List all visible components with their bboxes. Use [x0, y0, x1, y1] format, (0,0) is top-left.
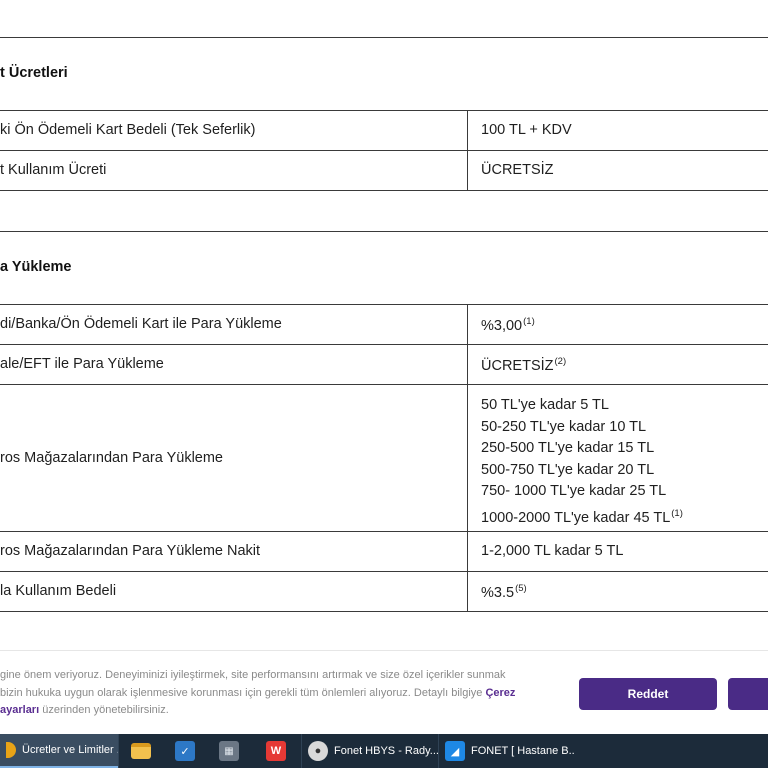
taskbar-item-app-check[interactable]: ✓	[163, 734, 207, 768]
fonet-hastane-icon: ◢	[445, 741, 465, 761]
browser-tab-icon	[6, 742, 16, 758]
taskbar-item-label: Fonet HBYS - Rady...	[334, 745, 438, 757]
taskbar-item-label: Ücretler ve Limitler ...	[22, 744, 118, 756]
row-label: ros Mağazalarından Para Yükleme	[0, 450, 223, 466]
fee-tier: 1000-2000 TL'ye kadar 45 TL(1)	[481, 507, 683, 526]
row-value: %3,00(1)	[481, 316, 535, 334]
row-value: %3.5(5)	[481, 583, 527, 601]
cookie-settings-link[interactable]: ayarları	[0, 704, 39, 716]
row-label: di/Banka/Ön Ödemeli Kart ile Para Yüklem…	[0, 316, 282, 332]
fee-tier: 500-750 TL'ye kadar 20 TL	[481, 461, 655, 478]
table-divider	[0, 344, 768, 345]
fee-tier: 750- 1000 TL'ye kadar 25 TL	[481, 483, 667, 499]
footnote-marker: (5)	[515, 583, 527, 594]
table-divider	[0, 384, 768, 385]
table-divider	[0, 611, 768, 612]
tiered-fee-list: 50 TL'ye kadar 5 TL 50-250 TL'ye kadar 1…	[481, 395, 683, 529]
row-label: ale/EFT ile Para Yükleme	[0, 356, 164, 372]
remote-desktop-icon: ▦	[219, 741, 239, 761]
fee-table-page: t Ücretleri ki Ön Ödemeli Kart Bedeli (T…	[0, 0, 768, 650]
row-value: 100 TL + KDV	[481, 122, 572, 138]
cookie-message-line: gine önem veriyoruz. Deneyiminizi iyileş…	[0, 669, 506, 681]
fee-tier: 250-500 TL'ye kadar 15 TL	[481, 440, 655, 456]
column-divider	[467, 304, 468, 611]
table-divider	[0, 37, 768, 38]
app-check-icon: ✓	[175, 741, 195, 761]
table-divider	[0, 190, 768, 191]
table-divider	[0, 150, 768, 151]
table-divider	[0, 531, 768, 532]
fonet-hbys-icon: ●	[308, 741, 328, 761]
cookie-consent-banner: gine önem veriyoruz. Deneyiminizi iyileş…	[0, 650, 768, 734]
cookie-message-line: bizin hukuka uygun olarak işlenmesive ko…	[0, 686, 516, 699]
row-value: ÜCRETSİZ	[481, 162, 554, 178]
row-label: la Kullanım Bedeli	[0, 583, 117, 599]
table-divider	[0, 231, 768, 232]
taskbar-item-fonet-hbys[interactable]: ● Fonet HBYS - Rady...	[302, 734, 438, 768]
row-label: ros Mağazalarından Para Yükleme Nakit	[0, 543, 261, 559]
row-label: t Kullanım Ücreti	[0, 162, 107, 178]
footnote-marker: (2)	[554, 356, 567, 367]
footnote-marker: (1)	[671, 507, 683, 519]
row-value: 1-2,000 TL kadar 5 TL	[481, 543, 624, 559]
accept-cookies-button[interactable]	[728, 678, 768, 710]
reject-cookies-button[interactable]: Reddet	[579, 678, 717, 710]
footnote-marker: (1)	[523, 316, 535, 327]
fee-tier: 50-250 TL'ye kadar 10 TL	[481, 418, 647, 435]
taskbar-item-wps-office[interactable]: W	[251, 734, 301, 768]
windows-taskbar: Ücretler ve Limitler ... ✓ ▦ W ● Fonet H…	[0, 734, 768, 768]
fee-tier: 50 TL'ye kadar 5 TL	[481, 397, 609, 413]
row-value: ÜCRETSİZ(2)	[481, 356, 567, 374]
taskbar-item-label: FONET [ Hastane B...	[471, 745, 575, 757]
taskbar-item-remote-desktop[interactable]: ▦	[207, 734, 251, 768]
column-divider	[467, 110, 468, 190]
row-label: ki Ön Ödemeli Kart Bedeli (Tek Seferlik)	[0, 122, 256, 138]
cookie-message-line: ayarları üzerinden yönetebilirsiniz.	[0, 704, 169, 716]
cookie-settings-link[interactable]: Çerez	[485, 687, 515, 699]
file-explorer-icon	[131, 743, 151, 759]
taskbar-item-file-explorer[interactable]	[119, 734, 163, 768]
section-title-card-fees: t Ücretleri	[0, 65, 68, 81]
section-title-loading: a Yükleme	[0, 259, 72, 275]
taskbar-item-browser[interactable]: Ücretler ve Limitler ...	[0, 734, 118, 768]
wps-office-icon: W	[266, 741, 286, 761]
taskbar-item-fonet-hastane[interactable]: ◢ FONET [ Hastane B...	[439, 734, 575, 768]
cookie-message: gine önem veriyoruz. Deneyiminizi iyileş…	[0, 667, 560, 720]
table-divider	[0, 571, 768, 572]
table-divider	[0, 110, 768, 111]
table-divider	[0, 304, 768, 305]
